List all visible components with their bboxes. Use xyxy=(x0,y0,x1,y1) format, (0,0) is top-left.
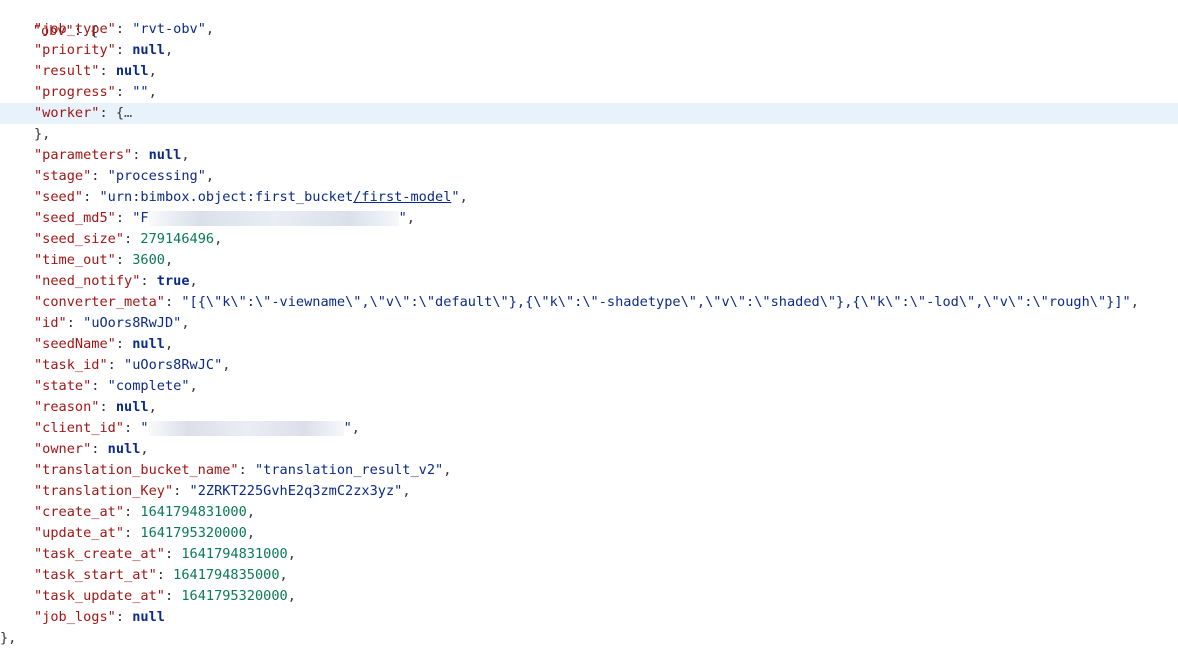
json-value: 2ZRKT225GvhE2q3zmC2zx3yz xyxy=(197,483,395,499)
json-line-priority: "priority": null, xyxy=(34,42,174,58)
json-line-reason: "reason": null, xyxy=(34,399,157,415)
json-value: 3600 xyxy=(132,252,165,268)
json-value: null xyxy=(107,441,141,457)
json-line-job-logs: "job_logs": null xyxy=(34,609,165,625)
json-value: uOors8RwJD xyxy=(91,315,174,331)
json-line-seed-md5: "seed_md5": "F ", xyxy=(34,210,415,226)
json-value: null xyxy=(132,609,165,625)
json-value: processing xyxy=(115,168,198,184)
json-line-owner: "owner": null, xyxy=(34,441,149,457)
json-line-translation-key: "translation_Key": "2ZRKT225GvhE2q3zmC2z… xyxy=(34,483,411,499)
json-value: 279146496 xyxy=(140,231,215,247)
json-line-job-type: "job_type": "rvt-obv", xyxy=(34,21,215,37)
redaction-blur xyxy=(148,420,344,436)
json-value: true xyxy=(156,273,190,289)
json-line-worker-collapsed[interactable]: "worker": {… xyxy=(0,103,1178,124)
json-line-worker-close: }, xyxy=(34,126,51,142)
json-value: F xyxy=(140,210,149,226)
json-line-progress: "progress": "", xyxy=(34,84,157,100)
json-value: 1641794831000 xyxy=(140,504,247,520)
json-line-client-id: "client_id": " ", xyxy=(34,420,360,436)
json-value: 1641794835000 xyxy=(173,567,280,583)
json-line-root: "obv": { xyxy=(32,23,99,39)
json-line-time-out: "time_out": 3600, xyxy=(34,252,174,268)
json-line-stage: "stage": "processing", xyxy=(34,168,215,184)
expand-ellipsis-icon[interactable]: … xyxy=(124,105,132,121)
json-line-result: "result": null, xyxy=(34,63,157,79)
json-viewer: "obv": { "job_type": "rvt-obv", "priorit… xyxy=(0,0,1178,650)
json-line-seed: "seed": "urn:bimbox.object:first_bucket/… xyxy=(34,189,468,205)
json-value: [{\"k\":\"-viewname\",\"v\":\"default\"}… xyxy=(189,294,1123,310)
json-line-state: "state": "complete", xyxy=(34,378,198,394)
json-value: null xyxy=(132,336,165,352)
json-value: urn:bimbox.object:first_bucket xyxy=(107,189,354,205)
json-value: translation_result_v2 xyxy=(263,462,436,478)
json-value: 1641795320000 xyxy=(181,588,288,604)
json-line-task-id: "task_id": "uOors8RwJC", xyxy=(34,357,231,373)
json-line-task-update-at: "task_update_at": 1641795320000, xyxy=(34,588,296,604)
json-line-id: "id": "uOors8RwJD", xyxy=(34,315,190,331)
json-line-seedname: "seedName": null, xyxy=(34,336,174,352)
json-value: null xyxy=(132,42,165,58)
json-line-need-notify: "need_notify": true, xyxy=(34,273,198,289)
json-value: 1641794831000 xyxy=(181,546,288,562)
json-line-root-close: }, xyxy=(0,630,17,646)
json-line-parameters: "parameters": null, xyxy=(34,147,190,163)
json-value: complete xyxy=(115,378,182,394)
json-line-converter-meta: "converter_meta": "[{\"k\":\"-viewname\"… xyxy=(34,294,1139,310)
redaction-blur xyxy=(148,210,399,226)
json-line-seed-size: "seed_size": 279146496, xyxy=(34,231,223,247)
seed-link-segment[interactable]: /first-model xyxy=(353,189,451,205)
json-line-task-start-at: "task_start_at": 1641794835000, xyxy=(34,567,288,583)
json-value: uOors8RwJC xyxy=(132,357,215,373)
json-line-create-at: "create_at": 1641794831000, xyxy=(34,504,255,520)
json-value: null xyxy=(115,63,149,79)
json-value: null xyxy=(115,399,149,415)
json-value: null xyxy=(148,147,182,163)
json-value: 1641795320000 xyxy=(140,525,247,541)
json-line-translation-bucket-name: "translation_bucket_name": "translation_… xyxy=(34,462,452,478)
json-line-task-create-at: "task_create_at": 1641794831000, xyxy=(34,546,296,562)
json-value: rvt-obv xyxy=(140,21,198,37)
json-line-update-at: "update_at": 1641795320000, xyxy=(34,525,255,541)
